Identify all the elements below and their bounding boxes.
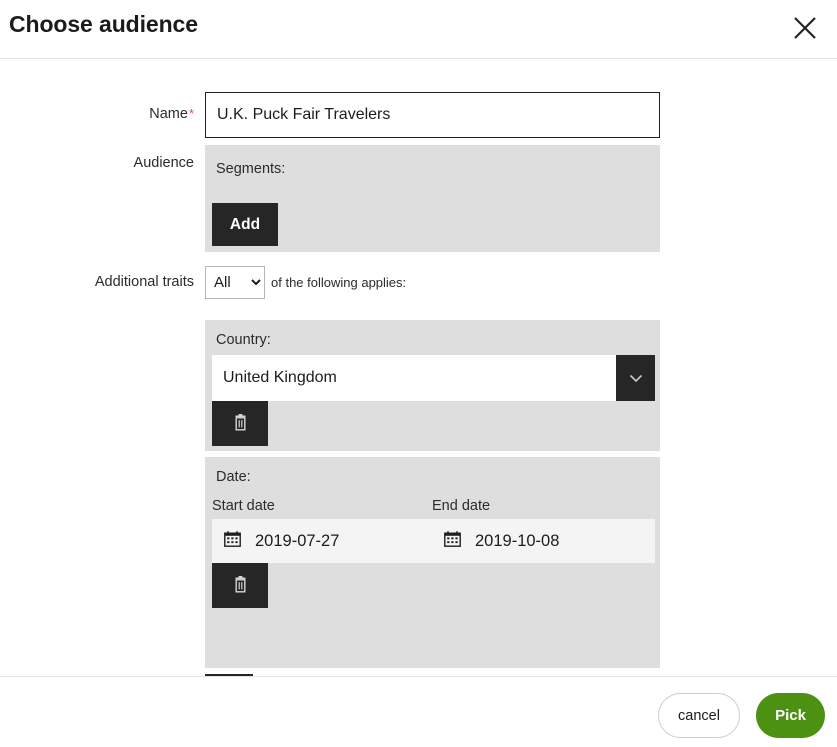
country-caption: Country: bbox=[216, 332, 271, 348]
calendar-icon bbox=[444, 530, 461, 552]
dialog-header: Choose audience bbox=[0, 0, 837, 59]
name-label: Name* bbox=[34, 106, 194, 122]
date-fields-row: 2019-07-27 2019-10-08 bbox=[212, 519, 655, 563]
end-date-value: 2019-10-08 bbox=[475, 531, 560, 550]
additional-traits-label: Additional traits bbox=[94, 274, 194, 290]
chevron-down-icon bbox=[629, 371, 643, 386]
traits-match-select[interactable]: All bbox=[205, 266, 265, 299]
name-label-text: Name bbox=[149, 106, 188, 122]
date-caption: Date: bbox=[216, 469, 251, 485]
delete-date-trait-button[interactable] bbox=[212, 563, 268, 608]
audience-label: Audience bbox=[133, 155, 194, 171]
start-date-field[interactable]: 2019-07-27 bbox=[224, 519, 339, 563]
additional-traits-row: Additional traits All of the following a… bbox=[0, 266, 837, 302]
end-date-header: End date bbox=[432, 498, 491, 514]
name-row: Name* bbox=[0, 92, 837, 138]
country-dropdown-button[interactable] bbox=[616, 355, 655, 401]
name-input[interactable] bbox=[205, 92, 660, 138]
pick-button[interactable]: Pick bbox=[756, 693, 825, 738]
trait-panel-country: Country: bbox=[205, 320, 660, 451]
dialog-footer: cancel Pick bbox=[0, 676, 837, 747]
close-x-icon bbox=[785, 15, 825, 41]
segments-panel: Segments: Add bbox=[205, 145, 660, 252]
cancel-button[interactable]: cancel bbox=[658, 693, 740, 738]
close-button[interactable] bbox=[785, 8, 825, 48]
segments-caption: Segments: bbox=[216, 161, 286, 177]
delete-country-trait-button[interactable] bbox=[212, 401, 268, 446]
dialog-body: Name* Audience Segments: Add Additional … bbox=[0, 59, 837, 722]
required-asterisk: * bbox=[188, 106, 194, 121]
trash-icon bbox=[233, 413, 248, 434]
traits-note: of the following applies: bbox=[271, 275, 407, 290]
calendar-icon bbox=[224, 530, 241, 552]
end-date-field[interactable]: 2019-10-08 bbox=[444, 519, 559, 563]
start-date-header: Start date bbox=[212, 498, 275, 514]
start-date-value: 2019-07-27 bbox=[255, 531, 340, 550]
trait-panel-date: Date: Start date End date 2019-07-27 201… bbox=[205, 457, 660, 668]
trash-icon bbox=[233, 575, 248, 596]
add-segment-button[interactable]: Add bbox=[212, 203, 278, 246]
page-title: Choose audience bbox=[9, 11, 198, 37]
country-input[interactable] bbox=[212, 355, 623, 401]
